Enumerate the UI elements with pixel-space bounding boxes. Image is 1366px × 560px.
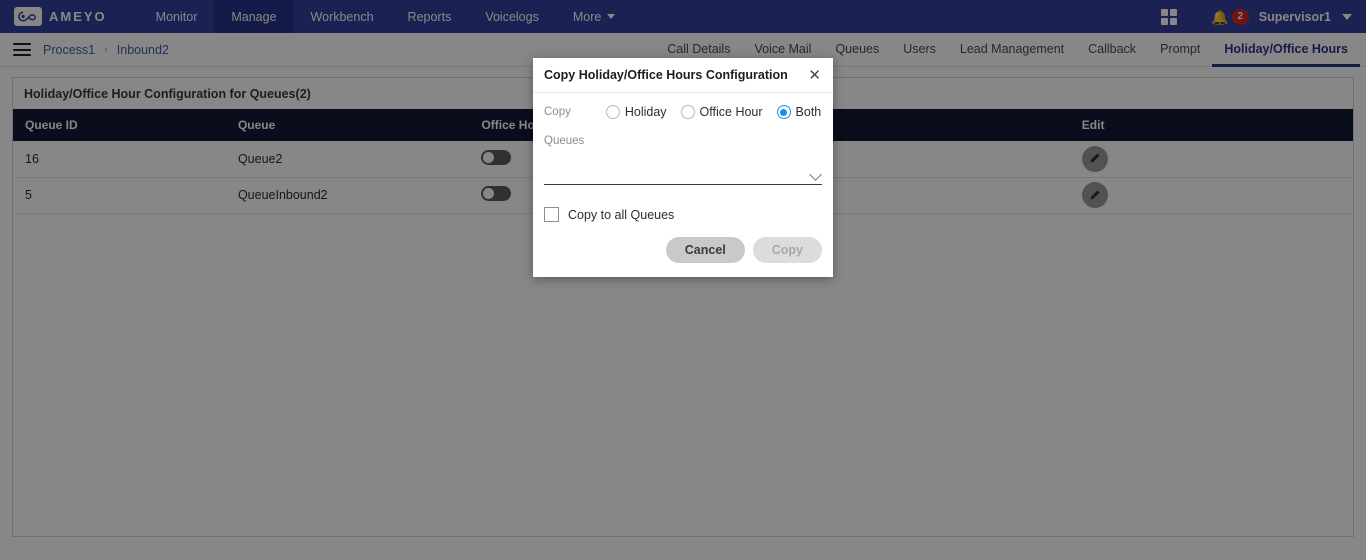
dialog-header: Copy Holiday/Office Hours Configuration …: [533, 58, 833, 93]
checkbox-icon: [544, 207, 559, 222]
close-icon[interactable]: ✕: [806, 66, 823, 85]
radio-icon: [680, 105, 695, 119]
radio-option-office-hour[interactable]: Office Hour: [680, 105, 763, 119]
radio-label: Holiday: [624, 105, 667, 119]
queues-select[interactable]: [544, 161, 822, 185]
dialog-body: Copy Holiday Office Hour Both Queues Cop…: [533, 93, 833, 222]
copy-configuration-dialog: Copy Holiday/Office Hours Configuration …: [533, 58, 833, 277]
queues-label: Queues: [544, 135, 585, 147]
chevron-down-icon: [809, 168, 822, 181]
queues-field: Queues: [544, 135, 822, 185]
radio-icon: [605, 105, 620, 119]
copy-type-radio-group: Holiday Office Hour Both: [605, 105, 822, 119]
copy-to-all-queues-checkbox-row[interactable]: Copy to all Queues: [544, 207, 822, 222]
radio-label: Office Hour: [699, 105, 763, 119]
dialog-footer: Cancel Copy: [533, 222, 833, 277]
radio-label: Both: [795, 105, 822, 119]
copy-type-row: Copy Holiday Office Hour Both: [544, 105, 822, 119]
radio-icon-selected: [776, 105, 791, 119]
radio-option-both[interactable]: Both: [776, 105, 822, 119]
cancel-button[interactable]: Cancel: [665, 237, 745, 263]
radio-option-holiday[interactable]: Holiday: [605, 105, 667, 119]
copy-type-label: Copy: [544, 106, 571, 118]
dialog-title: Copy Holiday/Office Hours Configuration: [544, 68, 788, 82]
checkbox-label: Copy to all Queues: [568, 207, 675, 222]
copy-button: Copy: [752, 237, 822, 263]
